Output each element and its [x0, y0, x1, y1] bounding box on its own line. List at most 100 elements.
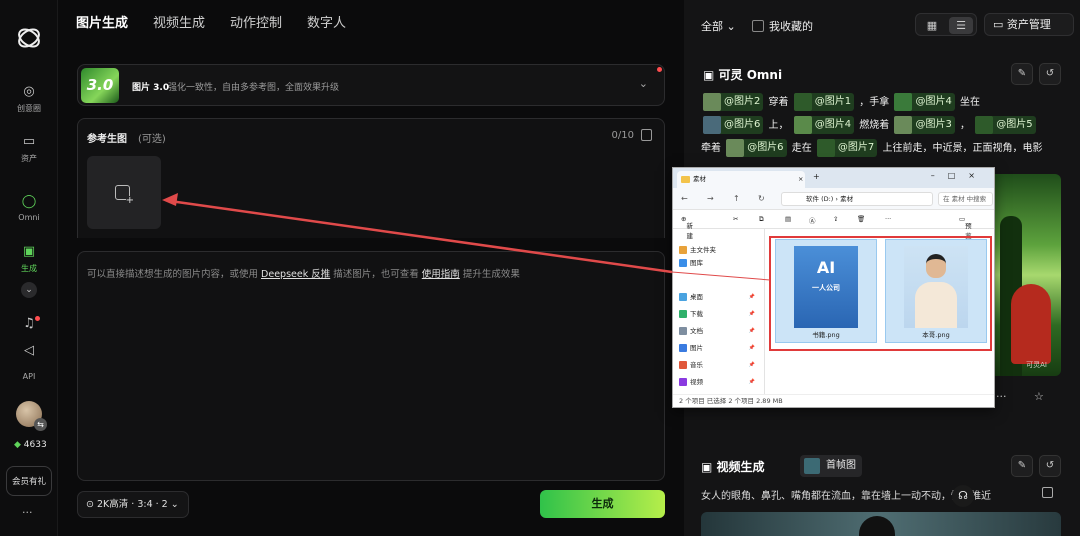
back-icon[interactable]: ←	[681, 194, 688, 203]
document-icon	[679, 327, 687, 335]
more-icon[interactable]: ···	[996, 390, 1007, 403]
preview-button[interactable]: ▭ 预览	[959, 215, 972, 240]
side-item-videos[interactable]: 视频 📌	[679, 376, 763, 388]
model-selector[interactable]: 3.0 图片 3.0 强化一致性，自由多参考图，全面效果升级 ⌄	[77, 64, 665, 106]
delete-icon[interactable]: 🗑	[857, 215, 865, 223]
image-thumb	[793, 116, 812, 134]
regenerate-icon[interactable]: ↺	[1039, 63, 1061, 85]
path-segment[interactable]: 软件 (D:)	[806, 195, 833, 203]
sidebar-item-generate[interactable]: ▣ 生成	[0, 244, 58, 274]
explorer-search-input[interactable]: 在 素材 中搜索	[938, 192, 993, 206]
settings-icon: ⊙	[86, 499, 94, 510]
edit-icon[interactable]: ✎	[1011, 63, 1033, 85]
paste-icon[interactable]: ▤	[785, 215, 791, 223]
image-reference-chip[interactable]: @图片5	[975, 116, 1036, 134]
rename-icon[interactable]: Ⓐ	[809, 215, 816, 225]
sidebar-item-api[interactable]: API	[0, 372, 58, 381]
sidebar-item-creative[interactable]: ◎ 创意圈	[0, 84, 58, 114]
image-thumb	[726, 139, 745, 157]
list-view-icon[interactable]: ☰	[949, 17, 973, 34]
first-frame-chip[interactable]: 首帧图	[800, 455, 862, 477]
image-reference-chip[interactable]: @图片4	[793, 116, 855, 134]
pin-icon: 📌	[748, 379, 755, 385]
side-item-pictures[interactable]: 图片 📌	[679, 342, 763, 354]
side-item-desktop[interactable]: 桌面 📌	[679, 291, 763, 303]
copy-icon[interactable]	[1042, 487, 1053, 498]
new-tab-icon[interactable]: +	[813, 172, 820, 181]
side-item-label: 图库	[690, 259, 703, 267]
new-button[interactable]: ⊕ 新建	[681, 215, 693, 240]
image-reference-chip[interactable]: @图片6	[703, 116, 764, 134]
image-reference-chip[interactable]: @图片2	[703, 93, 764, 111]
prompt-line-1: @图片2 穿着 @图片1 ，手拿 @图片4 坐在	[701, 92, 980, 114]
tab-image-generate[interactable]: 图片生成	[76, 12, 128, 31]
member-gift-button[interactable]: 会员有礼	[6, 466, 52, 496]
quality-selector[interactable]: ⊙ 2K高清 · 3:4 · 2 ⌄	[77, 491, 189, 518]
asset-manage-button[interactable]: ▭ 资产管理	[984, 13, 1074, 36]
prompt-text: 牵着	[701, 143, 725, 154]
deepseek-link[interactable]: Deepseek 反推	[261, 269, 330, 280]
generate-button[interactable]: 生成	[540, 490, 665, 518]
sidebar-expand-button[interactable]: ⌄	[21, 282, 37, 298]
video-thumbnail[interactable]	[701, 512, 1061, 536]
watermark: 可灵AI	[1026, 361, 1047, 369]
filter-dropdown[interactable]: 全部 ⌄	[701, 18, 736, 34]
sidebar-item-assets[interactable]: ▭ 资产	[0, 134, 58, 164]
image-reference-chip[interactable]: @图片1	[793, 93, 855, 111]
tab-digital-human[interactable]: 数字人	[307, 12, 346, 31]
edit-icon[interactable]: ✎	[1011, 455, 1033, 477]
file-item-portrait[interactable]: 本哥.png	[885, 239, 987, 343]
side-item-downloads[interactable]: 下载 📌	[679, 308, 763, 320]
tab-motion-control[interactable]: 动作控制	[230, 12, 282, 31]
refresh-icon[interactable]: ↻	[758, 194, 765, 203]
credits-balance: ◆ 4633	[14, 440, 47, 450]
face-shape	[859, 516, 895, 536]
up-icon[interactable]: ↑	[733, 194, 740, 203]
headset-icon[interactable]: ☊	[952, 485, 974, 507]
app-logo-icon[interactable]	[15, 24, 43, 52]
path-segment[interactable]: 素材	[840, 195, 853, 203]
image-reference-chip[interactable]: @图片7	[816, 139, 878, 157]
reference-library-icon[interactable]	[641, 129, 652, 141]
more-icon[interactable]: ···	[885, 215, 891, 223]
regenerate-icon[interactable]: ↺	[1039, 455, 1061, 477]
side-item-music[interactable]: 音乐 📌	[679, 359, 763, 371]
image-reference-chip[interactable]: @图片3	[894, 116, 955, 134]
sidebar-item-omni[interactable]: ◯ Omni	[0, 194, 58, 222]
more-icon[interactable]: ···	[22, 506, 33, 519]
guide-link[interactable]: 使用指南	[422, 269, 460, 280]
side-item-gallery[interactable]: 图库	[679, 257, 763, 269]
prompt-text: 上，	[765, 120, 792, 131]
video-icon	[679, 378, 687, 386]
star-icon[interactable]: ☆	[1034, 390, 1044, 403]
file-item-book[interactable]: AI 一人公司 书籍.png	[775, 239, 877, 343]
folder-icon: ▭	[22, 134, 36, 149]
prompt-placeholder: 可以直接描述想生成的图片内容，或使用 Deepseek 反推 描述图片，也可查看…	[87, 266, 520, 280]
cut-icon[interactable]: ✂	[733, 215, 738, 223]
desktop-icon	[679, 293, 687, 301]
forward-icon[interactable]: →	[707, 194, 714, 203]
announcement-button[interactable]: ◁	[0, 343, 58, 362]
switch-account-icon[interactable]: ⇆	[34, 418, 47, 431]
side-item-documents[interactable]: 文档 📌	[679, 325, 763, 337]
close-tab-icon[interactable]: ×	[798, 171, 803, 188]
upload-reference-button[interactable]	[87, 156, 161, 229]
image-reference-chip[interactable]: @图片4	[894, 93, 955, 111]
favorites-label: 我收藏的	[769, 20, 813, 33]
card-omni-title: ▣ 可灵 Omni	[703, 66, 782, 83]
chip-label: @图片7	[837, 142, 875, 153]
share-icon[interactable]: ⇪	[833, 215, 838, 223]
favorites-checkbox[interactable]: 我收藏的	[752, 18, 813, 34]
grid-view-icon[interactable]: ▦	[920, 17, 944, 34]
tab-video-generate[interactable]: 视频生成	[153, 12, 205, 31]
prompt-line-2: @图片6 上， @图片4 燃烧着 @图片3 ， @图片5	[701, 115, 1038, 137]
copy-icon[interactable]: ⧉	[759, 215, 764, 224]
path-input[interactable]: 软件 (D:) › 素材	[781, 192, 933, 206]
explorer-tab[interactable]: 素材 ×	[677, 171, 805, 188]
window-controls[interactable]: –□×	[931, 171, 988, 180]
side-item-home[interactable]: 主文件夹	[679, 244, 763, 256]
prompt-input[interactable]: 可以直接描述想生成的图片内容，或使用 Deepseek 反推 描述图片，也可查看…	[77, 251, 665, 481]
image-reference-chip[interactable]: @图片6	[726, 139, 787, 157]
notifications-button[interactable]: ♫	[0, 316, 58, 335]
prompt-text: 穿着	[765, 97, 792, 108]
